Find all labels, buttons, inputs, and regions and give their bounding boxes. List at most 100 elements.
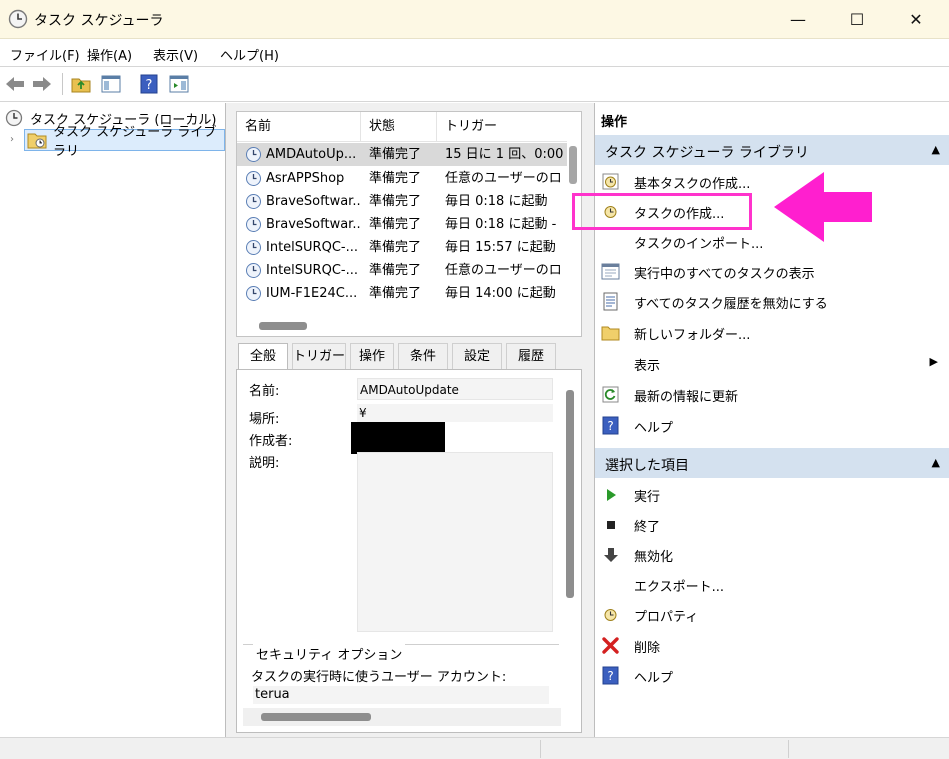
help-icon: ? [601, 416, 620, 435]
task-trigger: 任意のユーザーのロ [445, 171, 562, 186]
action-display-running-tasks[interactable]: 実行中のすべてのタスクの表示 [595, 257, 949, 285]
maximize-icon: ☐ [849, 9, 865, 29]
table-row[interactable]: IUM-F1E24C... 準備完了 毎日 14:00 に起動 [237, 282, 567, 305]
svg-text:?: ? [607, 669, 613, 683]
collapse-icon[interactable]: ▲ [932, 143, 940, 156]
console-tree-icon [101, 75, 121, 93]
action-label: 無効化 [634, 550, 674, 565]
properties-icon [601, 605, 620, 624]
submenu-arrow-icon: ▶ [929, 355, 938, 368]
scroll-thumb[interactable] [261, 713, 371, 721]
task-trigger: 毎日 0:18 に起動 [445, 194, 548, 209]
task-trigger: 毎日 14:00 に起動 [445, 286, 556, 301]
menu-file[interactable]: ファイル(F) [10, 45, 80, 64]
detail-vertical-scrollbar[interactable] [565, 390, 575, 600]
detail-horizontal-scrollbar[interactable] [243, 708, 561, 726]
action-run[interactable]: 実行 [595, 480, 949, 508]
task-status: 準備完了 [369, 286, 422, 301]
action-end[interactable]: 終了 [595, 510, 949, 538]
detail-tabs: 全般 トリガー 操作 条件 設定 履歴 [236, 343, 582, 370]
action-view[interactable]: 表示 ▶ [595, 349, 949, 377]
table-row[interactable]: IntelSURQC-... 準備完了 毎日 15:57 に起動 [237, 236, 567, 259]
tree-item-library[interactable]: タスク スケジューラ ライブラリ [24, 125, 225, 159]
action-label: プロパティ [634, 610, 699, 625]
tab-conditions[interactable]: 条件 [398, 343, 448, 369]
tab-general[interactable]: 全般 [238, 343, 288, 370]
column-status[interactable]: 状態 [361, 112, 437, 142]
action-label: タスクのインポート... [634, 237, 764, 252]
action-properties[interactable]: プロパティ [595, 600, 949, 628]
action-label: エクスポート... [634, 580, 725, 595]
scroll-thumb[interactable] [566, 390, 574, 598]
scroll-thumb[interactable] [569, 146, 577, 184]
action-label: 削除 [634, 641, 661, 656]
task-icon [245, 239, 262, 256]
section-selected-item[interactable]: 選択した項目 ▲ [595, 448, 949, 478]
section-library-label: タスク スケジューラ ライブラリ [605, 145, 809, 161]
action-help[interactable]: ? ヘルプ [595, 411, 949, 439]
tree-item-library-label: タスク スケジューラ ライブラリ [53, 125, 217, 159]
task-detail: 全般 トリガー 操作 条件 設定 履歴 名前: AMDAutoUpdate 場所… [236, 343, 582, 733]
help-toolbar-button[interactable]: ? [138, 73, 160, 95]
table-row[interactable]: IntelSURQC-... 準備完了 任意のユーザーのロ [237, 259, 567, 282]
action-label: 実行 [634, 490, 661, 505]
window-title: タスク スケジューラ [34, 13, 164, 29]
action-new-folder[interactable]: 新しいフォルダー... [595, 318, 949, 346]
action-pane-button[interactable] [168, 73, 190, 95]
task-name: IUM-F1E24C... [266, 286, 358, 301]
task-name: BraveSoftwar... [266, 217, 360, 232]
minimize-button[interactable]: — [775, 4, 821, 34]
table-row[interactable]: BraveSoftwar... 準備完了 毎日 0:18 に起動 [237, 190, 567, 213]
tab-settings[interactable]: 設定 [452, 343, 502, 369]
up-folder-button[interactable] [70, 73, 92, 95]
action-export[interactable]: エクスポート... [595, 570, 949, 598]
description-label: 説明: [249, 456, 280, 471]
maximize-button[interactable]: ☐ [834, 4, 880, 34]
description-field[interactable] [357, 452, 553, 632]
security-account-value[interactable]: terua [253, 686, 549, 704]
delete-icon [601, 636, 620, 655]
disable-icon [601, 545, 620, 564]
action-label: 実行中のすべてのタスクの表示 [634, 267, 815, 282]
folder-clock-icon [27, 130, 47, 150]
action-refresh[interactable]: 最新の情報に更新 [595, 380, 949, 408]
action-delete[interactable]: 削除 [595, 631, 949, 659]
action-label: すべてのタスク履歴を無効にする [634, 297, 828, 312]
chevron-right-icon[interactable]: › [10, 134, 14, 145]
section-library[interactable]: タスク スケジューラ ライブラリ ▲ [595, 135, 949, 165]
table-row[interactable]: AsrAPPShop 準備完了 任意のユーザーのロ [237, 167, 567, 190]
task-trigger: 任意のユーザーのロ [445, 263, 562, 278]
forward-button[interactable] [31, 73, 53, 95]
security-account-label: タスクの実行時に使うユーザー アカウント: [251, 670, 507, 685]
task-name: IntelSURQC-... [266, 240, 358, 255]
actions-header: 操作 [601, 115, 628, 130]
menu-view[interactable]: 表示(V) [153, 45, 198, 64]
menu-action[interactable]: 操作(A) [87, 45, 132, 64]
scroll-thumb[interactable] [259, 322, 307, 330]
minimize-icon: — [790, 9, 806, 29]
action-label: ヘルプ [634, 671, 674, 686]
task-icon [245, 170, 262, 187]
column-name[interactable]: 名前 [237, 112, 361, 142]
table-row[interactable]: AMDAutoUp... 準備完了 15 日に 1 回、0:00 [237, 143, 567, 166]
action-label: 表示 [634, 359, 661, 374]
back-button[interactable] [4, 73, 26, 95]
column-trigger[interactable]: トリガー [437, 112, 567, 142]
action-help-selected[interactable]: ? ヘルプ [595, 661, 949, 689]
show-hide-tree-button[interactable] [100, 73, 122, 95]
tab-history[interactable]: 履歴 [506, 343, 556, 369]
action-disable[interactable]: 無効化 [595, 540, 949, 568]
task-icon [245, 262, 262, 279]
location-field[interactable]: ¥ [357, 404, 553, 422]
task-name-field[interactable]: AMDAutoUpdate [357, 378, 553, 400]
toolbar: ? [0, 67, 949, 102]
collapse-icon[interactable]: ▲ [932, 456, 940, 469]
menu-help[interactable]: ヘルプ(H) [220, 45, 279, 64]
task-list-horizontal-scrollbar[interactable] [237, 314, 567, 336]
table-row[interactable]: BraveSoftwar... 準備完了 毎日 0:18 に起動 - [237, 213, 567, 236]
task-status: 準備完了 [369, 171, 422, 186]
action-disable-history[interactable]: すべてのタスク履歴を無効にする [595, 287, 949, 315]
close-button[interactable]: ✕ [893, 4, 939, 34]
tab-triggers[interactable]: トリガー [292, 343, 346, 369]
tab-actions[interactable]: 操作 [350, 343, 394, 369]
